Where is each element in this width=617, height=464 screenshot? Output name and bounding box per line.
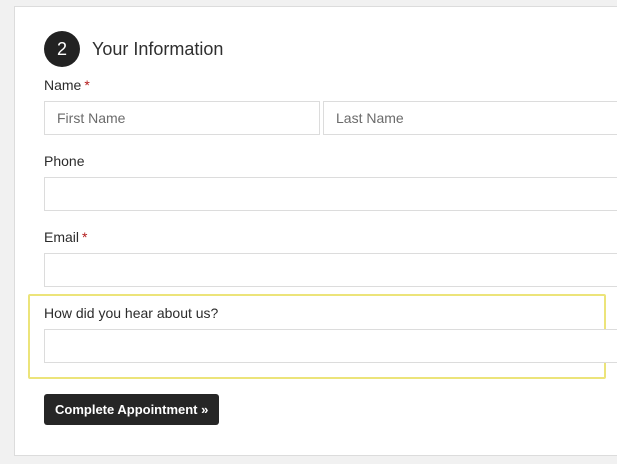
form-card xyxy=(14,6,617,456)
referral-label: How did you hear about us? xyxy=(44,305,218,321)
required-asterisk: * xyxy=(82,229,88,245)
section-title: Your Information xyxy=(92,38,224,59)
referral-input[interactable] xyxy=(44,329,617,363)
step-number-badge: 2 xyxy=(44,31,80,67)
phone-label: Phone xyxy=(44,153,84,169)
phone-input[interactable] xyxy=(44,177,617,211)
required-asterisk: * xyxy=(84,77,90,93)
name-label-text: Name xyxy=(44,77,82,93)
section-header: 2 Your Information xyxy=(44,31,223,67)
referral-label-text: How did you hear about us? xyxy=(44,305,219,321)
complete-appointment-button[interactable]: Complete Appointment » xyxy=(44,394,220,425)
email-input[interactable] xyxy=(44,253,617,287)
email-label: Email * xyxy=(44,229,87,245)
email-label-text: Email xyxy=(44,229,80,245)
last-name-input[interactable] xyxy=(323,101,617,135)
name-label: Name * xyxy=(44,77,90,93)
first-name-input[interactable] xyxy=(44,101,320,135)
phone-label-text: Phone xyxy=(44,153,85,169)
